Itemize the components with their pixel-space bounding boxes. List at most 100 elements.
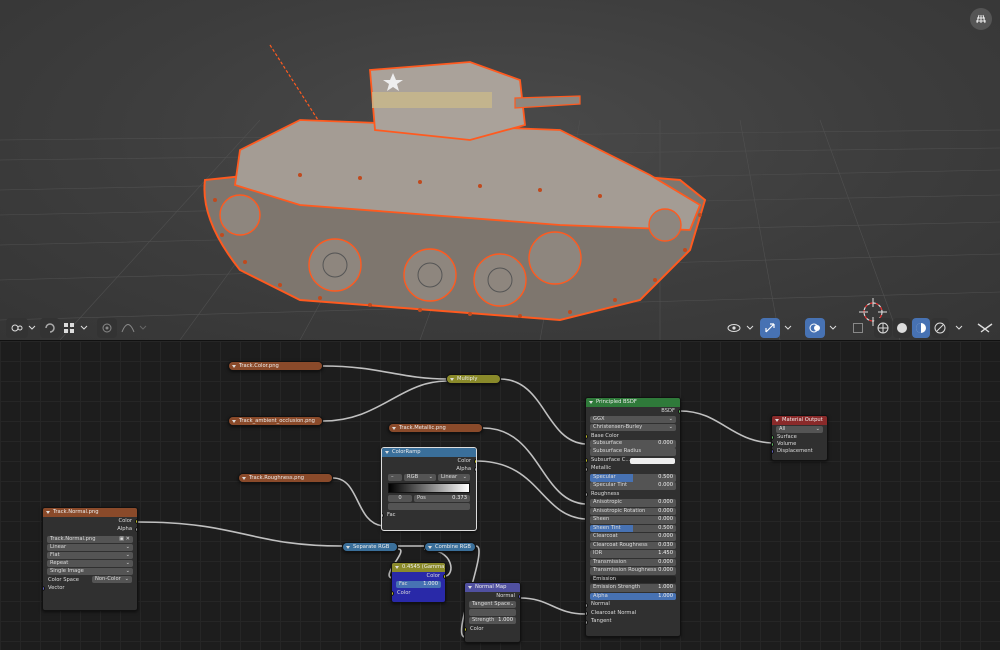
rendered-shading-icon[interactable] [931, 318, 949, 338]
separate-rgb-node[interactable]: Separate RGB [342, 542, 398, 552]
interpolation-select[interactable]: Linear ⌄ [47, 544, 133, 551]
input-surface: Surface [772, 434, 827, 441]
output-color: Color [392, 572, 445, 580]
node-header: Combine RGB [425, 543, 475, 551]
input-color: Color [392, 589, 445, 597]
bsdf-input-subsurface-c[interactable]: Subsurface C... [586, 457, 680, 465]
bsdf-input-sheen[interactable]: Sheen 0.000 [590, 516, 676, 524]
perspective-grid-icon[interactable] [970, 8, 992, 30]
bsdf-input-normal[interactable]: Normal [586, 601, 680, 609]
color-ramp-node[interactable]: ColorRamp Color Alpha – RGB ⌄ Linear ⌄ 0 P… [381, 447, 477, 531]
output-alpha: Alpha [382, 465, 476, 473]
output-normal: Normal [465, 592, 520, 600]
multiply-node[interactable]: Multiply [446, 374, 501, 384]
target-select[interactable]: All ⌄ [776, 426, 823, 433]
node-header: Track.Normal.png [43, 508, 137, 517]
space-select[interactable]: Tangent Space ⌄ [469, 601, 516, 608]
color-ramp-gradient[interactable] [388, 483, 470, 493]
editor-icon[interactable] [974, 318, 996, 338]
bsdf-input-specular-tint[interactable]: Specular Tint 0.000 [590, 482, 676, 491]
bsdf-input-anisotropic-rotation[interactable]: Anisotropic Rotation 0.000 [590, 507, 676, 516]
node-header: Track.Roughness.png [239, 474, 332, 482]
chevron-down-icon[interactable] [26, 318, 38, 338]
ramp-mode-select[interactable]: RGB ⌄ [404, 474, 436, 481]
input-color: Color [465, 625, 520, 633]
chevron-down-icon[interactable] [78, 318, 90, 338]
uv-map-field[interactable] [469, 609, 516, 616]
shader-node-editor[interactable]: Track.Color.png Track_ambient_occlusion.… [0, 340, 1000, 650]
gamma-node[interactable]: 0.4545 (Gamma) Color Fac 1.000 Color [391, 562, 446, 603]
image-texture-node-ao[interactable]: Track_ambient_occlusion.png [228, 416, 323, 426]
overlay-icon[interactable] [805, 318, 825, 338]
distribution-select[interactable]: GGX ⌄ [590, 416, 676, 423]
chevron-down-icon[interactable] [953, 318, 965, 338]
node-header: Normal Map [465, 583, 520, 592]
node-header: Track_ambient_occlusion.png [229, 417, 322, 425]
bsdf-input-clearcoat-roughness[interactable]: Clearcoat Roughness 0.030 [590, 541, 676, 550]
xray-icon[interactable] [850, 318, 866, 338]
bsdf-input-clearcoat-normal[interactable]: Clearcoat Normal [586, 610, 680, 618]
image-texture-node-color[interactable]: Track.Color.png [228, 361, 323, 371]
bsdf-input-alpha[interactable]: Alpha 1.000 [590, 592, 676, 601]
snap-icon[interactable] [40, 318, 60, 338]
ramp-add-button[interactable]: – [388, 474, 402, 481]
extension-select[interactable]: Repeat ⌄ [47, 560, 133, 567]
image-texture-node-metallic[interactable]: Track.Metallic.png [388, 423, 483, 433]
bsdf-input-anisotropic[interactable]: Anisotropic 0.000 [590, 499, 676, 507]
bsdf-input-roughness[interactable]: Roughness [586, 491, 680, 499]
bsdf-input-specular[interactable]: Specular 0.500 [590, 473, 676, 482]
output-bsdf: BSDF [586, 407, 680, 415]
image-texture-node-normal[interactable]: Track.Normal.png Color Alpha Track.Norma… [42, 507, 138, 611]
material-shading-icon[interactable] [912, 318, 930, 338]
chevron-down-icon[interactable] [782, 318, 794, 338]
subsurface-method-select[interactable]: Christensen-Burley ⌄ [590, 424, 676, 431]
bsdf-input-ior[interactable]: IOR 1.450 [590, 550, 676, 558]
image-texture-node-roughness[interactable]: Track.Roughness.png [238, 473, 333, 483]
ramp-interpolation-select[interactable]: Linear ⌄ [438, 474, 470, 481]
bsdf-input-transmission-roughness[interactable]: Transmission Roughness 0.000 [590, 567, 676, 575]
strength-field[interactable]: Strength 1.000 [469, 617, 516, 624]
bsdf-input-subsurface-radius[interactable]: Subsurface Radius [590, 448, 676, 457]
snap-grid-icon[interactable] [60, 318, 78, 338]
material-output-node[interactable]: Material Output All ⌄ Surface Volume Disp… [771, 415, 828, 461]
bsdf-input-tangent[interactable]: Tangent [586, 618, 680, 626]
node-header: 0.4545 (Gamma) [392, 563, 445, 572]
bsdf-input-clearcoat[interactable]: Clearcoat 0.000 [590, 533, 676, 541]
normal-map-node[interactable]: Normal Map Normal Tangent Space ⌄ Strengt… [464, 582, 521, 643]
image-datablock-field[interactable]: Track.Normal.png ▣ ✕ [47, 536, 133, 543]
bsdf-input-transmission[interactable]: Transmission 0.000 [590, 558, 676, 567]
input-volume: Volume [772, 441, 827, 448]
principled-bsdf-node[interactable]: Principled BSDF BSDF GGX ⌄ Christensen-Bu… [585, 397, 681, 637]
solid-shading-icon[interactable] [893, 318, 911, 338]
combine-rgb-node[interactable]: Combine RGB [424, 542, 476, 552]
node-header: Material Output [772, 416, 827, 425]
falloff-icon[interactable] [118, 318, 138, 338]
projection-select[interactable]: Flat ⌄ [47, 552, 133, 559]
input-fac: Fac [382, 511, 476, 519]
ramp-controls: – RGB ⌄ Linear ⌄ [388, 474, 470, 481]
gamma-fac-field[interactable]: Fac 1.000 [396, 581, 441, 588]
source-select[interactable]: Single Image ⌄ [47, 568, 133, 575]
wireframe-shading-icon[interactable] [874, 318, 892, 338]
tank-model[interactable] [203, 44, 707, 322]
output-color: Color [382, 457, 476, 465]
pivot-icon[interactable] [6, 318, 28, 338]
3d-viewport[interactable] [0, 0, 1000, 340]
color-space-select[interactable]: Non-Color ⌄ [92, 576, 132, 583]
chevron-down-icon[interactable] [827, 318, 839, 338]
proportional-edit-icon[interactable] [97, 318, 117, 338]
ramp-index-field[interactable]: 0 [388, 495, 412, 502]
node-header: Multiply [447, 375, 500, 383]
bsdf-input-emission[interactable]: Emission [590, 575, 676, 584]
bsdf-input-emission-strength[interactable]: Emission Strength 1.000 [590, 584, 676, 592]
bsdf-input-sheen-tint[interactable]: Sheen Tint 0.500 [590, 524, 676, 533]
color-space-row: Color Space Non-Color ⌄ [43, 576, 137, 584]
chevron-down-icon[interactable] [744, 318, 756, 338]
gizmo-icon[interactable] [760, 318, 780, 338]
bsdf-input-subsurface[interactable]: Subsurface 0.000 [590, 440, 676, 448]
visibility-icon[interactable] [724, 318, 744, 338]
input-displacement: Displacement [772, 448, 827, 455]
bsdf-input-metallic[interactable]: Metallic [586, 465, 680, 473]
ramp-color-swatch[interactable] [388, 503, 470, 510]
ramp-pos-field[interactable]: Pos 0.373 [414, 495, 470, 502]
